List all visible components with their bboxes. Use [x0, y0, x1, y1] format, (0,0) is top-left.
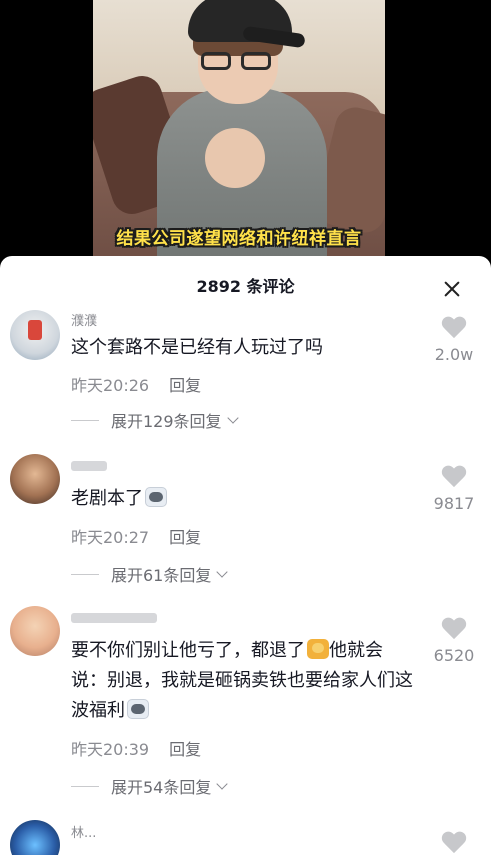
reply-button[interactable]: 回复	[169, 528, 201, 547]
comment-text[interactable]: 要不你们别让他亏了，都退了 他就会说：别退，我就是砸锅卖铁也要给家人们这波福利	[71, 636, 417, 726]
person-hands	[205, 128, 265, 188]
comment-username[interactable]: 濮濮	[71, 310, 97, 329]
chevron-down-icon	[216, 777, 229, 790]
cat-emoji-icon	[307, 639, 329, 659]
avatar[interactable]	[10, 606, 60, 656]
comment-text[interactable]: 老剧本了	[71, 484, 417, 514]
divider-line	[71, 419, 99, 421]
comment-time: 昨天20:26	[71, 376, 150, 395]
expand-replies-label: 展开129条回复	[111, 412, 222, 431]
heart-icon	[441, 317, 467, 341]
heart-icon	[441, 832, 467, 855]
comment-meta: 昨天20:39 回复	[71, 736, 201, 760]
reply-button[interactable]: 回复	[169, 376, 201, 395]
comment-meta: 昨天20:26 回复	[71, 372, 201, 396]
chevron-down-icon	[216, 565, 229, 578]
divider-line	[71, 573, 99, 575]
expand-replies-label: 展开54条回复	[111, 778, 212, 797]
video-frame: 结果公司遂望网络和许纽祥直言	[93, 0, 385, 270]
comment-username[interactable]	[71, 458, 107, 473]
comment-sheet: 2892 条评论 濮濮 这个套路不是已经有人玩过了吗 昨天20:26 回复 展开1…	[0, 256, 491, 855]
comment-text-part1: 要不你们别让他亏了，都退了	[71, 640, 305, 661]
expand-replies-label: 展开61条回复	[111, 566, 212, 585]
close-icon[interactable]	[438, 276, 466, 304]
like-button[interactable]: 6520	[425, 618, 483, 665]
avatar[interactable]	[10, 310, 60, 360]
like-count: 2.0w	[434, 345, 474, 364]
comment-username[interactable]	[71, 610, 157, 625]
video-subtitle: 结果公司遂望网络和许纽祥直言	[116, 229, 362, 249]
like-button[interactable]: 2.0w	[425, 317, 483, 364]
expand-replies-button[interactable]: 展开61条回复	[71, 562, 229, 586]
expand-replies-button[interactable]: 展开54条回复	[71, 774, 229, 798]
heart-icon	[441, 466, 467, 490]
comment-text[interactable]: 这个套路不是已经有人玩过了吗	[71, 333, 417, 363]
comment-username[interactable]: 林...	[71, 822, 96, 841]
dog-emoji-icon	[127, 699, 149, 719]
like-button[interactable]: 9817	[425, 466, 483, 513]
divider-line	[71, 785, 99, 787]
comment-time: 昨天20:27	[71, 528, 150, 547]
comment-time: 昨天20:39	[71, 740, 150, 759]
comment-count-title: 2892 条评论	[196, 277, 295, 296]
reply-button[interactable]: 回复	[169, 740, 201, 759]
chevron-down-icon	[226, 411, 239, 424]
like-count: 6520	[433, 646, 475, 665]
like-count: 9817	[433, 494, 475, 513]
expand-replies-button[interactable]: 展开129条回复	[71, 408, 239, 432]
comment-meta: 昨天20:27 回复	[71, 524, 201, 548]
video-player[interactable]: 结果公司遂望网络和许纽祥直言	[0, 0, 491, 270]
redacted-username	[71, 612, 157, 623]
dog-emoji-icon	[145, 487, 167, 507]
heart-icon	[441, 618, 467, 642]
redacted-username	[71, 460, 107, 471]
like-button[interactable]	[425, 832, 483, 855]
avatar[interactable]	[10, 454, 60, 504]
comment-text-content: 老剧本了	[71, 488, 143, 509]
avatar[interactable]	[10, 820, 60, 855]
person-glasses	[201, 52, 275, 70]
